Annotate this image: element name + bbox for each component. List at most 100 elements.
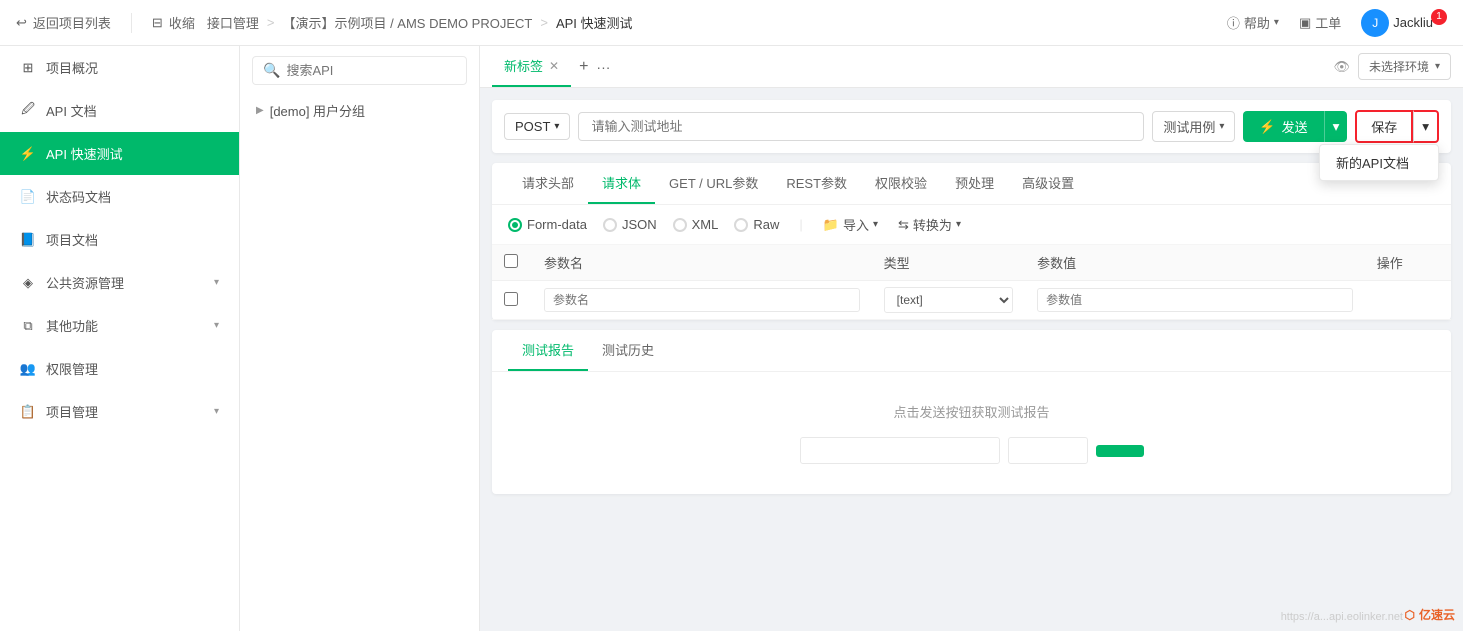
sidebar-item-status-code[interactable]: 📄 状态码文档	[0, 175, 239, 218]
tab-request-header[interactable]: 请求头部	[508, 163, 588, 204]
chevron-down-icon: ▾	[214, 406, 219, 417]
api-test-area: POST ▾ 测试用例 ▾ ⚡ 发送 ▾	[480, 88, 1463, 631]
table-header-action: 操作	[1365, 245, 1451, 281]
save-menu-item-new-api-doc[interactable]: 新的API文档	[1320, 145, 1438, 180]
env-arrow-icon: ▾	[1435, 61, 1440, 72]
vertical-divider: |	[799, 217, 802, 232]
radio-raw[interactable]: Raw	[734, 217, 779, 232]
report-body: 点击发送按钮获取测试报告	[492, 372, 1451, 494]
convert-button[interactable]: ⇆ 转换为 ▾	[898, 215, 961, 234]
test-case-arrow-icon: ▾	[1219, 121, 1224, 132]
params-tabs: 请求头部 请求体 GET / URL参数 REST参数 权限校验 预处理 高级设…	[492, 163, 1451, 205]
env-label: 未选择环境	[1369, 58, 1429, 75]
sidebar-item-permission-mgmt[interactable]: 👥 权限管理	[0, 347, 239, 390]
import-label: 导入	[843, 215, 869, 234]
param-value-input[interactable]	[1037, 288, 1353, 312]
report-input-1[interactable]	[800, 437, 1000, 464]
tab-test-history[interactable]: 测试历史	[588, 330, 668, 371]
search-area: 🔍	[240, 46, 479, 95]
radio-dot-raw	[734, 218, 748, 232]
table-header-param-name: 参数名	[532, 245, 872, 281]
import-button[interactable]: 📁 导入 ▾	[823, 215, 878, 234]
layers-icon: ⧉	[20, 318, 36, 334]
test-case-button[interactable]: 测试用例 ▾	[1152, 111, 1235, 142]
sidebar-item-project-overview[interactable]: ⊞ 项目概况	[0, 46, 239, 89]
report-tabs: 测试报告 测试历史	[492, 330, 1451, 372]
file-icon: 📄	[20, 189, 36, 205]
user-area[interactable]: J Jackliu 1	[1361, 9, 1447, 37]
username-label: Jackliu	[1393, 15, 1433, 30]
sidebar-item-project-mgmt[interactable]: 📋 项目管理 ▾	[0, 390, 239, 433]
param-name-input[interactable]	[544, 288, 860, 312]
tree-item-demo-group[interactable]: ▶ [demo] 用户分组	[240, 95, 479, 126]
help-label: 帮助	[1244, 13, 1270, 32]
zap-icon: ⚡	[20, 146, 36, 162]
collapse-button[interactable]: ⊟ 收缩	[152, 13, 195, 32]
table-cell-param-name	[532, 281, 872, 320]
save-label: 保存	[1371, 120, 1397, 135]
tab-request-body[interactable]: 请求体	[588, 163, 655, 204]
sidebar-item-label: API 快速测试	[46, 144, 123, 163]
zap-send-icon: ⚡	[1259, 119, 1275, 135]
send-dropdown-button[interactable]: ▾	[1324, 111, 1348, 142]
report-input-2[interactable]	[1008, 437, 1088, 464]
save-dropdown-button[interactable]: ▾	[1413, 110, 1439, 143]
convert-icon: ⇆	[898, 217, 909, 233]
chevron-down-icon: ▾	[214, 320, 219, 331]
tab-close-icon[interactable]: ✕	[549, 59, 559, 73]
avatar: J	[1361, 9, 1389, 37]
help-arrow-icon: ▾	[1274, 17, 1279, 28]
sidebar-item-public-resources[interactable]: ◈ 公共资源管理 ▾	[0, 261, 239, 304]
tab-rest-params[interactable]: REST参数	[772, 163, 861, 204]
radio-label-json: JSON	[622, 217, 657, 232]
sidebar-item-project-docs[interactable]: 📘 项目文档	[0, 218, 239, 261]
grid-icon: ⊞	[20, 60, 36, 76]
users-icon: 👥	[20, 361, 36, 377]
back-arrow-icon: ↩	[16, 15, 27, 31]
sidebar-item-label: 权限管理	[46, 359, 98, 378]
save-button[interactable]: 保存	[1355, 110, 1413, 143]
import-icon: 📁	[823, 217, 839, 233]
radio-label-form-data: Form-data	[527, 217, 587, 232]
help-button[interactable]: ⓘ 帮助 ▾	[1227, 13, 1279, 32]
top-header: ↩ 返回项目列表 ⊟ 收缩 接口管理 > 【演示】示例项目 / AMS DEMO…	[0, 0, 1463, 46]
method-select[interactable]: POST ▾	[504, 113, 570, 140]
sidebar-item-api-docs[interactable]: 🖉 API 文档	[0, 89, 239, 132]
send-label: 发送	[1282, 117, 1308, 136]
tab-auth[interactable]: 权限校验	[861, 163, 941, 204]
env-selector[interactable]: 未选择环境 ▾	[1358, 53, 1451, 80]
tab-pre-process[interactable]: 预处理	[941, 163, 1008, 204]
nav-part2: 【演示】示例项目 / AMS DEMO PROJECT	[282, 13, 532, 32]
row-checkbox[interactable]	[504, 292, 518, 306]
sidebar-item-api-test[interactable]: ⚡ API 快速测试	[0, 132, 239, 175]
select-all-checkbox[interactable]	[504, 254, 518, 268]
tab-more-button[interactable]: ···	[596, 59, 610, 75]
search-input[interactable]	[286, 63, 462, 78]
tab-new[interactable]: 新标签 ✕	[492, 46, 571, 87]
breadcrumb: 接口管理 > 【演示】示例项目 / AMS DEMO PROJECT > API…	[207, 13, 1215, 32]
workorder-button[interactable]: ▣ 工单	[1299, 13, 1341, 32]
table-cell-action	[1365, 281, 1451, 320]
back-label: 返回项目列表	[33, 13, 111, 32]
radio-form-data[interactable]: Form-data	[508, 217, 587, 232]
sidebar-item-label: 项目管理	[46, 402, 98, 421]
save-btn-group: 保存 ▾	[1355, 110, 1439, 143]
logo-icon: ⬡	[1405, 608, 1415, 622]
url-input[interactable]	[578, 112, 1144, 141]
param-type-select[interactable]: [text]	[884, 287, 1013, 313]
send-button[interactable]: ⚡ 发送	[1243, 111, 1323, 142]
test-case-label: 测试用例	[1163, 117, 1215, 136]
report-send-button[interactable]	[1096, 445, 1144, 457]
search-box[interactable]: 🔍	[252, 56, 467, 85]
back-button[interactable]: ↩ 返回项目列表	[16, 13, 111, 32]
table-row: [text]	[492, 281, 1451, 320]
report-inputs	[508, 437, 1435, 464]
radio-xml[interactable]: XML	[673, 217, 719, 232]
tab-advanced[interactable]: 高级设置	[1008, 163, 1088, 204]
tab-test-report[interactable]: 测试报告	[508, 330, 588, 371]
tab-add-button[interactable]: +	[579, 58, 588, 76]
tab-get-url-params[interactable]: GET / URL参数	[655, 163, 772, 204]
radio-json[interactable]: JSON	[603, 217, 657, 232]
nav-part3: API 快速测试	[556, 13, 633, 32]
sidebar-item-other-functions[interactable]: ⧉ 其他功能 ▾	[0, 304, 239, 347]
